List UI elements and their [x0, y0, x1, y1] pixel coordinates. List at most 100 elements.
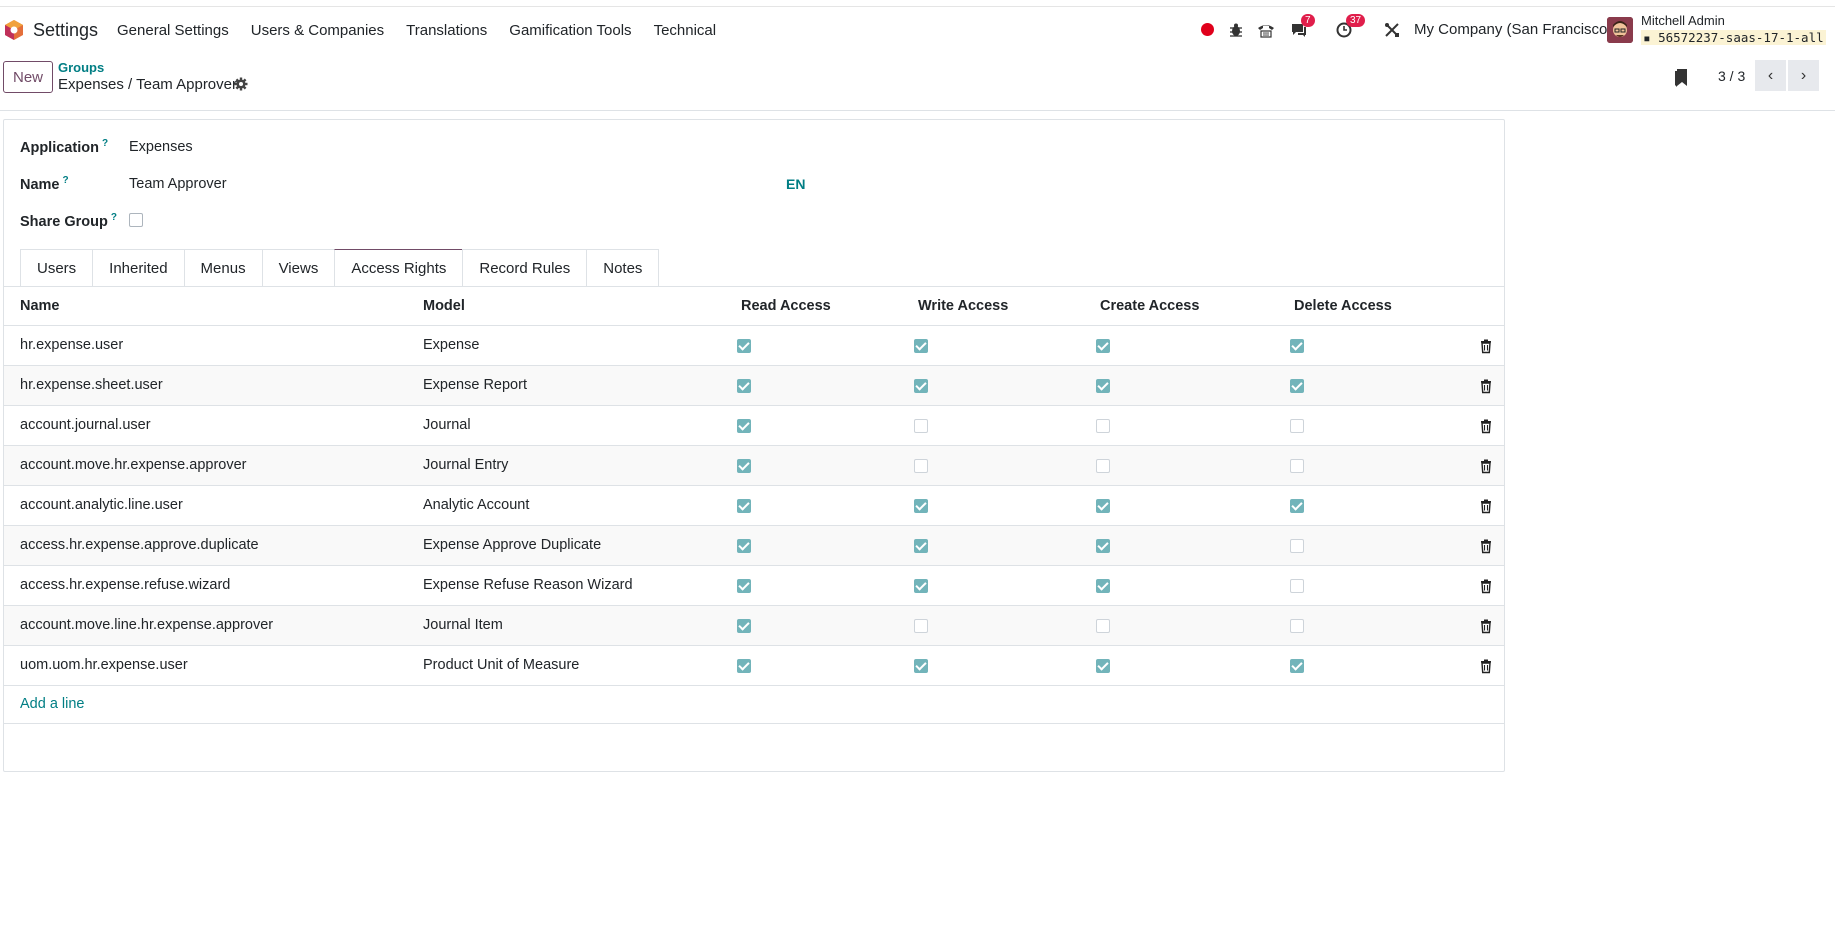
delete-access-checkbox[interactable]: [1290, 459, 1304, 473]
trash-icon[interactable]: [1478, 578, 1494, 594]
trash-icon[interactable]: [1478, 418, 1494, 434]
menu-general-settings[interactable]: General Settings: [117, 22, 229, 39]
read-access-checkbox[interactable]: [737, 619, 751, 633]
pager-value[interactable]: 3 / 3: [1718, 68, 1745, 84]
tab-access-rights[interactable]: Access Rights: [334, 249, 463, 287]
name-field[interactable]: Team Approver: [129, 176, 227, 192]
trash-icon[interactable]: [1478, 378, 1494, 394]
row-name-cell[interactable]: account.move.hr.expense.approver: [20, 457, 247, 473]
user-name[interactable]: Mitchell Admin: [1641, 13, 1725, 28]
create-access-checkbox[interactable]: [1096, 579, 1110, 593]
application-field[interactable]: Expenses: [129, 139, 193, 155]
debug-tools-icon[interactable]: [1383, 21, 1401, 39]
trash-icon[interactable]: [1478, 458, 1494, 474]
tab-inherited[interactable]: Inherited: [92, 249, 184, 287]
row-name-cell[interactable]: uom.uom.hr.expense.user: [20, 657, 188, 673]
menu-technical[interactable]: Technical: [654, 22, 717, 39]
user-avatar[interactable]: [1607, 17, 1633, 43]
write-access-checkbox[interactable]: [914, 539, 928, 553]
table-row[interactable]: access.hr.expense.approve.duplicate Expen…: [4, 526, 1504, 566]
write-access-checkbox[interactable]: [914, 419, 928, 433]
delete-access-checkbox[interactable]: [1290, 379, 1304, 393]
trash-icon[interactable]: [1478, 498, 1494, 514]
row-name-cell[interactable]: access.hr.expense.approve.duplicate: [20, 537, 259, 553]
row-name-cell[interactable]: account.journal.user: [20, 417, 151, 433]
row-name-cell[interactable]: hr.expense.user: [20, 337, 123, 353]
row-model-cell[interactable]: Expense Report: [423, 377, 527, 393]
trash-icon[interactable]: [1478, 338, 1494, 354]
pager-previous-button[interactable]: ‹: [1755, 60, 1786, 91]
write-access-checkbox[interactable]: [914, 659, 928, 673]
row-model-cell[interactable]: Expense Approve Duplicate: [423, 537, 601, 553]
gear-icon[interactable]: [234, 77, 248, 91]
menu-gamification-tools[interactable]: Gamification Tools: [509, 22, 631, 39]
column-header-name[interactable]: Name: [20, 298, 60, 314]
write-access-checkbox[interactable]: [914, 339, 928, 353]
read-access-checkbox[interactable]: [737, 659, 751, 673]
column-header-create[interactable]: Create Access: [1100, 298, 1199, 314]
bug-icon[interactable]: [1227, 21, 1245, 39]
delete-access-checkbox[interactable]: [1290, 659, 1304, 673]
create-access-checkbox[interactable]: [1096, 499, 1110, 513]
table-row[interactable]: account.analytic.line.user Analytic Accou…: [4, 486, 1504, 526]
odoo-logo-icon[interactable]: [4, 19, 24, 41]
trash-icon[interactable]: [1478, 658, 1494, 674]
tab-users[interactable]: Users: [20, 249, 93, 287]
create-access-checkbox[interactable]: [1096, 419, 1110, 433]
write-access-checkbox[interactable]: [914, 499, 928, 513]
breadcrumb-groups[interactable]: Groups: [58, 60, 104, 75]
create-access-checkbox[interactable]: [1096, 619, 1110, 633]
trash-icon[interactable]: [1478, 538, 1494, 554]
delete-access-checkbox[interactable]: [1290, 339, 1304, 353]
table-row[interactable]: account.move.line.hr.expense.approver Jou…: [4, 606, 1504, 646]
read-access-checkbox[interactable]: [737, 419, 751, 433]
row-model-cell[interactable]: Journal Entry: [423, 457, 508, 473]
help-tooltip-icon[interactable]: ?: [63, 175, 69, 186]
phone-icon[interactable]: [1257, 21, 1275, 39]
tab-notes[interactable]: Notes: [586, 249, 660, 287]
read-access-checkbox[interactable]: [737, 499, 751, 513]
tab-record-rules[interactable]: Record Rules: [462, 249, 587, 287]
pager-next-button[interactable]: ›: [1788, 60, 1819, 91]
new-button[interactable]: New: [3, 61, 53, 93]
read-access-checkbox[interactable]: [737, 579, 751, 593]
write-access-checkbox[interactable]: [914, 619, 928, 633]
read-access-checkbox[interactable]: [737, 539, 751, 553]
activities-icon[interactable]: 37: [1335, 14, 1366, 39]
translate-language-button[interactable]: EN: [786, 176, 805, 192]
create-access-checkbox[interactable]: [1096, 339, 1110, 353]
trash-icon[interactable]: [1478, 618, 1494, 634]
help-tooltip-icon[interactable]: ?: [102, 138, 108, 149]
delete-access-checkbox[interactable]: [1290, 539, 1304, 553]
column-header-model[interactable]: Model: [423, 298, 465, 314]
menu-users-companies[interactable]: Users & Companies: [251, 22, 384, 39]
help-tooltip-icon[interactable]: ?: [111, 212, 117, 223]
app-name[interactable]: Settings: [33, 20, 98, 41]
column-header-read[interactable]: Read Access: [741, 298, 831, 314]
recording-indicator-icon[interactable]: [1201, 23, 1214, 36]
read-access-checkbox[interactable]: [737, 459, 751, 473]
table-row[interactable]: uom.uom.hr.expense.user Product Unit of M…: [4, 646, 1504, 686]
row-name-cell[interactable]: hr.expense.sheet.user: [20, 377, 163, 393]
add-line-button[interactable]: Add a line: [20, 696, 85, 712]
create-access-checkbox[interactable]: [1096, 539, 1110, 553]
create-access-checkbox[interactable]: [1096, 459, 1110, 473]
messages-icon[interactable]: 7: [1290, 14, 1315, 39]
row-name-cell[interactable]: access.hr.expense.refuse.wizard: [20, 577, 230, 593]
delete-access-checkbox[interactable]: [1290, 619, 1304, 633]
table-row[interactable]: hr.expense.user Expense: [4, 326, 1504, 366]
tab-menus[interactable]: Menus: [183, 249, 262, 287]
row-name-cell[interactable]: account.analytic.line.user: [20, 497, 183, 513]
row-model-cell[interactable]: Journal Item: [423, 617, 503, 633]
table-row[interactable]: account.move.hr.expense.approver Journal …: [4, 446, 1504, 486]
column-header-delete[interactable]: Delete Access: [1294, 298, 1392, 314]
create-access-checkbox[interactable]: [1096, 379, 1110, 393]
row-model-cell[interactable]: Journal: [423, 417, 471, 433]
company-switcher[interactable]: My Company (San Francisco): [1414, 21, 1612, 38]
row-model-cell[interactable]: Expense Refuse Reason Wizard: [423, 577, 633, 593]
write-access-checkbox[interactable]: [914, 459, 928, 473]
row-model-cell[interactable]: Expense: [423, 337, 479, 353]
read-access-checkbox[interactable]: [737, 339, 751, 353]
table-row[interactable]: account.journal.user Journal: [4, 406, 1504, 446]
bookmark-icon[interactable]: [1674, 68, 1688, 88]
